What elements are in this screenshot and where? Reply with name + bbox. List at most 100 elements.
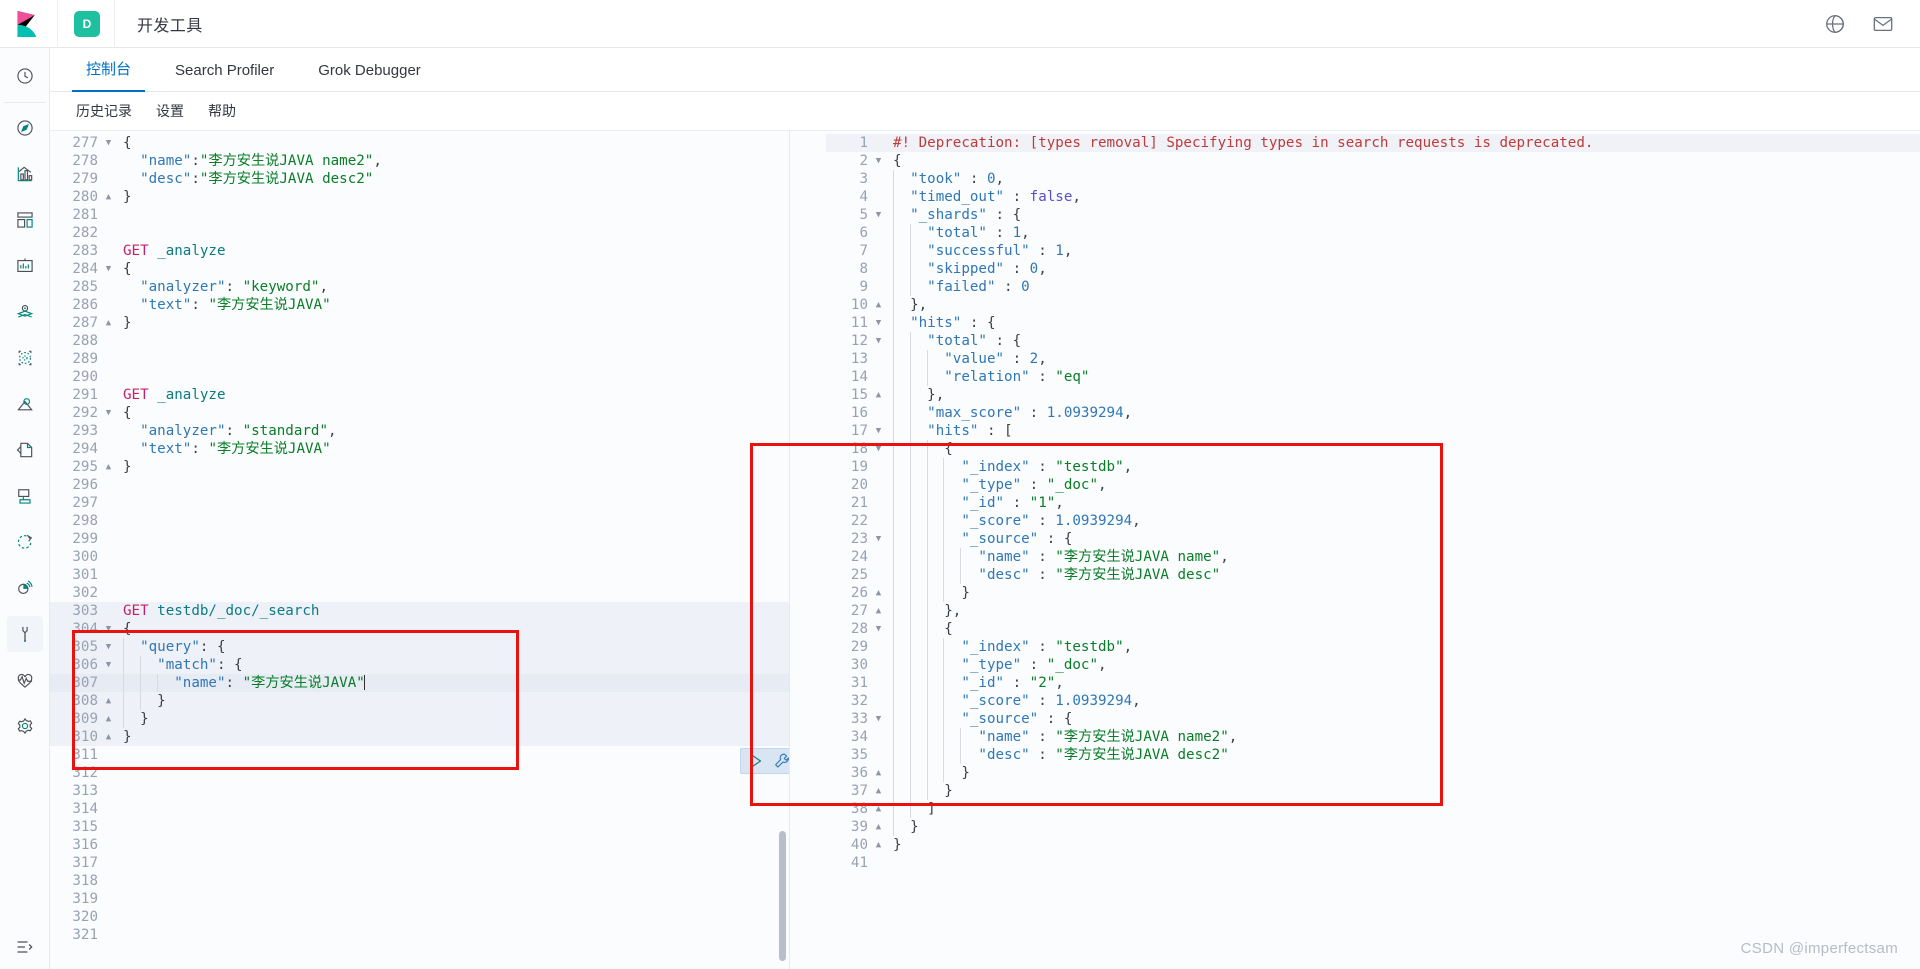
- fold-toggle-up-icon[interactable]: ▲: [872, 836, 885, 854]
- sidebar-item-logs[interactable]: [7, 432, 43, 468]
- fold-toggle-up-icon[interactable]: ▲: [872, 386, 885, 404]
- sidebar-item-dashboard[interactable]: [7, 202, 43, 238]
- fold-toggle-down-icon[interactable]: ▼: [102, 134, 115, 152]
- code-text: "text": "李方安生说JAVA": [115, 440, 331, 458]
- fold-toggle-up-icon[interactable]: ▲: [102, 314, 115, 332]
- indent-guide: [893, 584, 894, 602]
- fold-toggle-up-icon[interactable]: ▲: [872, 800, 885, 818]
- line-number: 302: [72, 585, 98, 601]
- fold-toggle-down-icon[interactable]: ▼: [102, 260, 115, 278]
- code-line: 285 "analyzer": "keyword",: [50, 278, 789, 296]
- fold-toggle-down-icon[interactable]: ▼: [872, 152, 885, 170]
- code-token: : {: [1038, 531, 1073, 547]
- sidebar-item-siem[interactable]: [7, 570, 43, 606]
- collapse-nav-button[interactable]: [0, 937, 50, 957]
- sidebar-item-discover[interactable]: [7, 110, 43, 146]
- code-line: 28 ▼ {: [826, 620, 1920, 638]
- fold-toggle-up-icon[interactable]: ▲: [872, 296, 885, 314]
- request-editor-lines[interactable]: 277 ▼{278 "name":"李方安生说JAVA name2", 279 "d…: [50, 131, 789, 944]
- fold-toggle-up-icon[interactable]: ▲: [872, 584, 885, 602]
- response-editor-pane[interactable]: 1 #! Deprecation: [types removal] Specify…: [790, 131, 1920, 969]
- request-options-button[interactable]: [771, 751, 789, 771]
- sidebar-item-monitoring[interactable]: [7, 662, 43, 698]
- tab-search-profiler[interactable]: Search Profiler: [161, 62, 288, 91]
- fold-toggle-down-icon[interactable]: ▼: [102, 404, 115, 422]
- code-token: : {: [961, 315, 996, 331]
- fold-toggle-up-icon[interactable]: ▲: [102, 710, 115, 728]
- request-editor-pane[interactable]: 277 ▼{278 "name":"李方安生说JAVA name2", 279 "d…: [50, 131, 790, 969]
- code-token: }: [123, 315, 132, 331]
- fold-toggle-up-icon[interactable]: ▲: [102, 458, 115, 476]
- fold-toggle-down-icon[interactable]: ▼: [102, 638, 115, 656]
- mail-icon[interactable]: [1872, 13, 1894, 35]
- tab-console[interactable]: 控制台: [72, 58, 146, 92]
- code-line: 317: [50, 854, 789, 872]
- code-token: ,: [995, 171, 1005, 187]
- text-cursor: [363, 675, 365, 690]
- code-token: "desc": [123, 171, 192, 187]
- indent-guide: [926, 728, 928, 746]
- fold-toggle-down-icon[interactable]: ▼: [872, 422, 885, 440]
- fold-toggle-down-icon[interactable]: ▼: [872, 440, 885, 458]
- fold-toggle-down-icon[interactable]: ▼: [872, 206, 885, 224]
- line-number: 288: [72, 333, 98, 349]
- code-token: ,: [373, 153, 382, 169]
- code-token: ,: [1063, 243, 1073, 259]
- indent-guide: [139, 656, 141, 674]
- fold-toggle-down-icon[interactable]: ▼: [102, 656, 115, 674]
- fold-toggle-up-icon[interactable]: ▲: [872, 818, 885, 836]
- indent-guide: [926, 368, 928, 386]
- fold-toggle-up-icon[interactable]: ▲: [872, 764, 885, 782]
- tab-grok-debugger[interactable]: Grok Debugger: [304, 62, 435, 91]
- fold-toggle-up-icon[interactable]: ▲: [102, 188, 115, 206]
- send-request-button[interactable]: [745, 751, 767, 771]
- sidebar-item-canvas[interactable]: [7, 248, 43, 284]
- indent-guide: [893, 602, 894, 620]
- code-text: "name":"李方安生说JAVA name2",: [115, 152, 382, 170]
- sidebar-item-apm[interactable]: [7, 478, 43, 514]
- help-circle-icon[interactable]: [1824, 13, 1846, 35]
- fold-toggle-down-icon[interactable]: ▼: [872, 530, 885, 548]
- line-number: 13: [850, 351, 868, 367]
- subnav-item-settings[interactable]: 设置: [156, 101, 184, 121]
- indent-guide: [960, 746, 962, 764]
- uptime-icon: [17, 534, 32, 549]
- sidebar-item-management[interactable]: [7, 708, 43, 744]
- code-line: 314: [50, 800, 789, 818]
- code-line: 282: [50, 224, 789, 242]
- code-token: GET: [123, 243, 149, 259]
- code-text: "_index" : "testdb",: [885, 458, 1132, 476]
- fold-toggle-up-icon[interactable]: ▲: [102, 728, 115, 746]
- sidebar-item-dev-tools[interactable]: [6, 616, 43, 652]
- line-number: 281: [72, 207, 98, 223]
- sidebar-item-uptime[interactable]: [7, 524, 43, 560]
- fold-toggle-up-icon[interactable]: ▲: [872, 602, 885, 620]
- fold-toggle-down-icon[interactable]: ▼: [872, 314, 885, 332]
- sidebar-item-infrastructure[interactable]: [7, 386, 43, 422]
- sidebar-item-recently-viewed[interactable]: [3, 58, 46, 103]
- line-number: 22: [850, 513, 868, 529]
- fold-toggle-up-icon[interactable]: ▲: [102, 692, 115, 710]
- sidebar-item-machine-learning[interactable]: [7, 340, 43, 376]
- subnav-item-history[interactable]: 历史记录: [76, 101, 132, 121]
- fold-toggle-down-icon[interactable]: ▼: [872, 710, 885, 728]
- code-line: 316: [50, 836, 789, 854]
- code-token: false: [1029, 189, 1073, 205]
- code-token: "timed_out": [893, 189, 1005, 205]
- code-line: 40 ▲}: [826, 836, 1920, 854]
- code-token: "李方安生说JAVA desc2": [199, 171, 374, 187]
- fold-toggle-down-icon[interactable]: ▼: [872, 332, 885, 350]
- fold-toggle-down-icon[interactable]: ▼: [872, 620, 885, 638]
- fold-toggle-down-icon[interactable]: ▼: [102, 620, 115, 638]
- kibana-logo[interactable]: [0, 0, 58, 48]
- indent-guide: [909, 602, 911, 620]
- fold-toggle-up-icon[interactable]: ▲: [872, 782, 885, 800]
- code-token: 0: [986, 171, 996, 187]
- pane-resizer-handle[interactable]: [790, 538, 796, 562]
- indent-guide: [893, 188, 894, 206]
- sidebar-item-maps[interactable]: [7, 294, 43, 330]
- subnav-item-help[interactable]: 帮助: [208, 101, 236, 121]
- request-editor-scrollbar[interactable]: [779, 831, 786, 961]
- sidebar-item-visualize[interactable]: [7, 156, 43, 192]
- indent-guide: [893, 206, 894, 224]
